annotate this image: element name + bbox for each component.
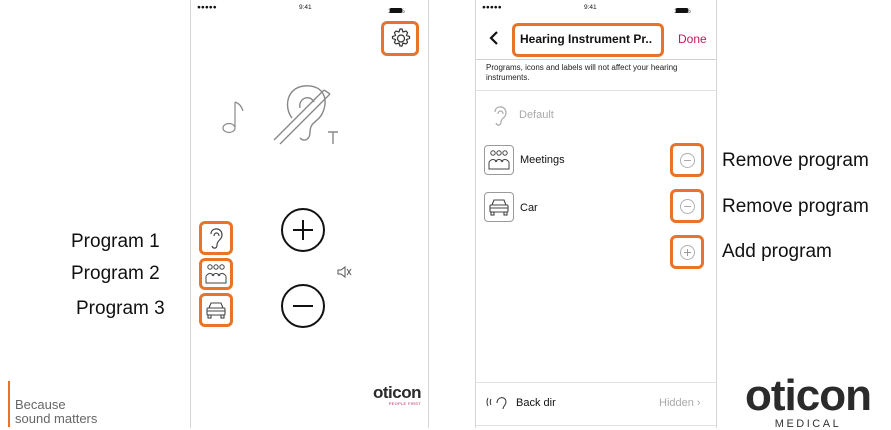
signal-indicator: ●●●●● (197, 4, 217, 11)
chevron-left-icon[interactable] (488, 30, 500, 46)
annotation-remove-program-1: Remove program (722, 150, 869, 171)
clock: 9:41 (299, 4, 312, 11)
ear-icon (494, 106, 507, 126)
annotation-program-1: Program 1 (71, 231, 160, 252)
back-dir-value-text: Hidden (659, 397, 694, 409)
add-program-button[interactable] (670, 235, 704, 269)
back-directional-icon (486, 397, 507, 410)
gear-icon (391, 28, 411, 47)
back-dir-label: Back dir (516, 397, 556, 409)
program-3-button[interactable] (199, 293, 233, 327)
oticon-logo-text: oticon (373, 383, 422, 402)
remove-program-car-button[interactable] (670, 189, 704, 223)
battery-icon (390, 8, 402, 13)
settings-button[interactable] (381, 21, 419, 56)
plus-circle-icon (680, 245, 695, 260)
slogan-bar (8, 381, 10, 427)
oticon-logo: oticon PEOPLE FIRST (365, 383, 422, 406)
oticon-medical-logo: oticon MEDICAL (733, 371, 883, 430)
volume-down-button[interactable] (281, 284, 325, 328)
minus-icon (293, 305, 313, 307)
status-bar: ●●●●● 9:41 100% (191, 0, 428, 15)
done-button[interactable]: Done (678, 32, 707, 46)
annotation-remove-program-2: Remove program (722, 196, 869, 217)
telecoil-icon (273, 85, 338, 145)
annotation-program-2: Program 2 (71, 263, 160, 284)
volume-up-button[interactable] (281, 208, 325, 252)
right-phone-screen: ●●●●● 9:41 100% Hearing Instrument Pr.. … (475, 0, 717, 428)
car-icon (206, 302, 226, 319)
back-dir-divider (476, 382, 716, 383)
back-dir-bottom-divider (476, 425, 716, 426)
ear-icon (210, 228, 223, 249)
annotation-program-3: Program 3 (76, 298, 165, 319)
slogan-line-1: Because (15, 397, 66, 412)
music-note-icon (222, 101, 244, 134)
people-icon (488, 150, 510, 170)
mute-icon[interactable] (336, 265, 352, 279)
plus-icon (293, 220, 313, 240)
battery-icon (676, 8, 688, 13)
program-label-meetings: Meetings (520, 154, 565, 166)
program-label-car: Car (520, 202, 538, 214)
program-1-button[interactable] (199, 221, 233, 255)
status-bar: ●●●●● 9:41 100% (476, 0, 716, 15)
oticon-medical-logo-text: oticon (745, 371, 872, 420)
nav-title: Hearing Instrument Pr.. (520, 32, 653, 46)
minus-circle-icon (680, 153, 695, 168)
program-2-button[interactable] (199, 258, 233, 290)
notice-text: Programs, icons and labels will not affe… (486, 63, 678, 82)
slogan: Because sound matters (15, 398, 97, 426)
people-icon (205, 264, 227, 284)
remove-program-meetings-button[interactable] (670, 143, 704, 177)
notice-divider (476, 90, 716, 91)
slogan-line-2: sound matters (15, 411, 98, 426)
back-dir-value[interactable]: Hidden › (659, 397, 701, 409)
meetings-icon-box (484, 145, 514, 175)
left-phone-screen: ●●●●● 9:41 100% (190, 0, 429, 428)
minus-circle-icon (680, 199, 695, 214)
car-icon (489, 199, 509, 216)
signal-indicator: ●●●●● (482, 4, 502, 11)
chevron-right-icon: › (696, 397, 701, 409)
program-label-default: Default (519, 109, 554, 121)
clock: 9:41 (584, 4, 597, 11)
car-icon-box (484, 192, 514, 222)
annotation-add-program: Add program (722, 241, 832, 262)
nav-divider (476, 59, 716, 60)
